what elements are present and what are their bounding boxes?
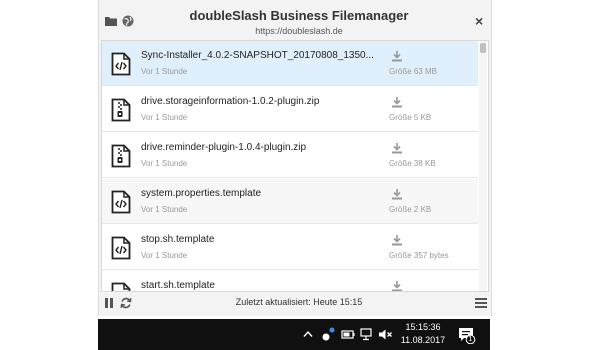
file-row[interactable]: drive.storageinformation-1.0.2-plugin.zi… — [102, 87, 478, 132]
download-icon[interactable] — [391, 96, 403, 108]
code-file-icon — [111, 52, 131, 76]
file-name: start.sh.template — [141, 280, 215, 291]
code-file-icon — [111, 236, 131, 260]
file-modified-time: Vor 1 Stunde — [141, 113, 188, 122]
file-name: drive.reminder-plugin-1.0.4-plugin.zip — [141, 142, 307, 153]
file-size: Größe 38 KB — [389, 159, 436, 168]
download-icon[interactable] — [391, 234, 403, 246]
network-icon[interactable] — [360, 328, 374, 341]
chevron-up-icon[interactable] — [303, 330, 313, 338]
app-url[interactable]: https://doubleslash.de — [159, 26, 439, 36]
file-row[interactable]: stop.sh.template Vor 1 Stunde Größe 357 by… — [102, 225, 478, 270]
file-row[interactable]: drive.reminder-plugin-1.0.4-plugin.zip Vo… — [102, 133, 478, 178]
file-size: Größe 2 KB — [389, 205, 432, 214]
folder-icon[interactable] — [104, 14, 118, 28]
file-size: Größe 63 MB — [389, 67, 438, 76]
file-size: Größe 5 KB — [389, 113, 432, 122]
file-modified-time: Vor 1 Stunde — [141, 159, 188, 168]
file-name: stop.sh.template — [141, 234, 215, 245]
file-row[interactable]: start.sh.template — [102, 271, 478, 292]
notification-icon — [459, 328, 476, 344]
download-icon[interactable] — [391, 280, 403, 292]
taskbar-clock[interactable]: 15:15:36 11.08.2017 — [398, 321, 448, 347]
zip-file-icon — [111, 98, 131, 122]
file-modified-time: Vor 1 Stunde — [141, 205, 188, 214]
zip-file-icon — [111, 144, 131, 168]
windows-taskbar: 15:15:36 11.08.2017 1 — [98, 319, 490, 350]
last-updated-status: Zuletzt aktualisiert: Heute 15:15 — [235, 297, 363, 307]
file-modified-time: Vor 1 Stunde — [141, 251, 188, 260]
hamburger-menu-icon[interactable] — [475, 298, 487, 308]
file-name: Sync-Installer_4.0.2-SNAPSHOT_20170808_1… — [141, 50, 374, 61]
sync-icon[interactable] — [120, 296, 132, 310]
notification-count: 1 — [468, 336, 473, 343]
file-row[interactable]: system.properties.template Vor 1 Stunde Gr… — [102, 179, 478, 224]
file-name: system.properties.template — [141, 188, 262, 199]
filemanager-window: doubleSlash Business Filemanager https:/… — [98, 0, 492, 316]
window-header: doubleSlash Business Filemanager https:/… — [99, 0, 491, 40]
file-name: drive.storageinformation-1.0.2-plugin.zi… — [141, 96, 320, 107]
clock-date: 11.08.2017 — [400, 335, 446, 345]
app-tray-icon[interactable] — [321, 326, 335, 342]
code-file-icon — [111, 190, 131, 214]
file-modified-time: Vor 1 Stunde — [141, 67, 188, 76]
file-list: start.sh.template stop.sh.template Vor 1 S… — [101, 40, 489, 292]
code-file-icon — [111, 282, 131, 291]
scrollbar[interactable] — [479, 41, 487, 291]
scrollbar-thumb[interactable] — [480, 43, 486, 53]
globe-icon[interactable] — [121, 14, 135, 28]
close-icon[interactable]: × — [475, 14, 487, 28]
battery-icon[interactable] — [341, 329, 355, 340]
download-icon[interactable] — [391, 50, 403, 62]
download-icon[interactable] — [391, 142, 403, 154]
window-footer: Zuletzt aktualisiert: Heute 15:15 — [99, 292, 491, 316]
download-icon[interactable] — [391, 188, 403, 200]
clock-time: 15:15:36 — [405, 322, 441, 332]
pause-icon[interactable] — [103, 297, 115, 309]
file-row[interactable]: Sync-Installer_4.0.2-SNAPSHOT_20170808_1… — [102, 41, 478, 86]
file-size: Größe 357 bytes — [389, 251, 449, 260]
muted-volume-icon[interactable] — [378, 328, 393, 341]
app-title: doubleSlash Business Filemanager — [189, 8, 409, 23]
action-center-button[interactable]: 1 — [458, 326, 476, 344]
